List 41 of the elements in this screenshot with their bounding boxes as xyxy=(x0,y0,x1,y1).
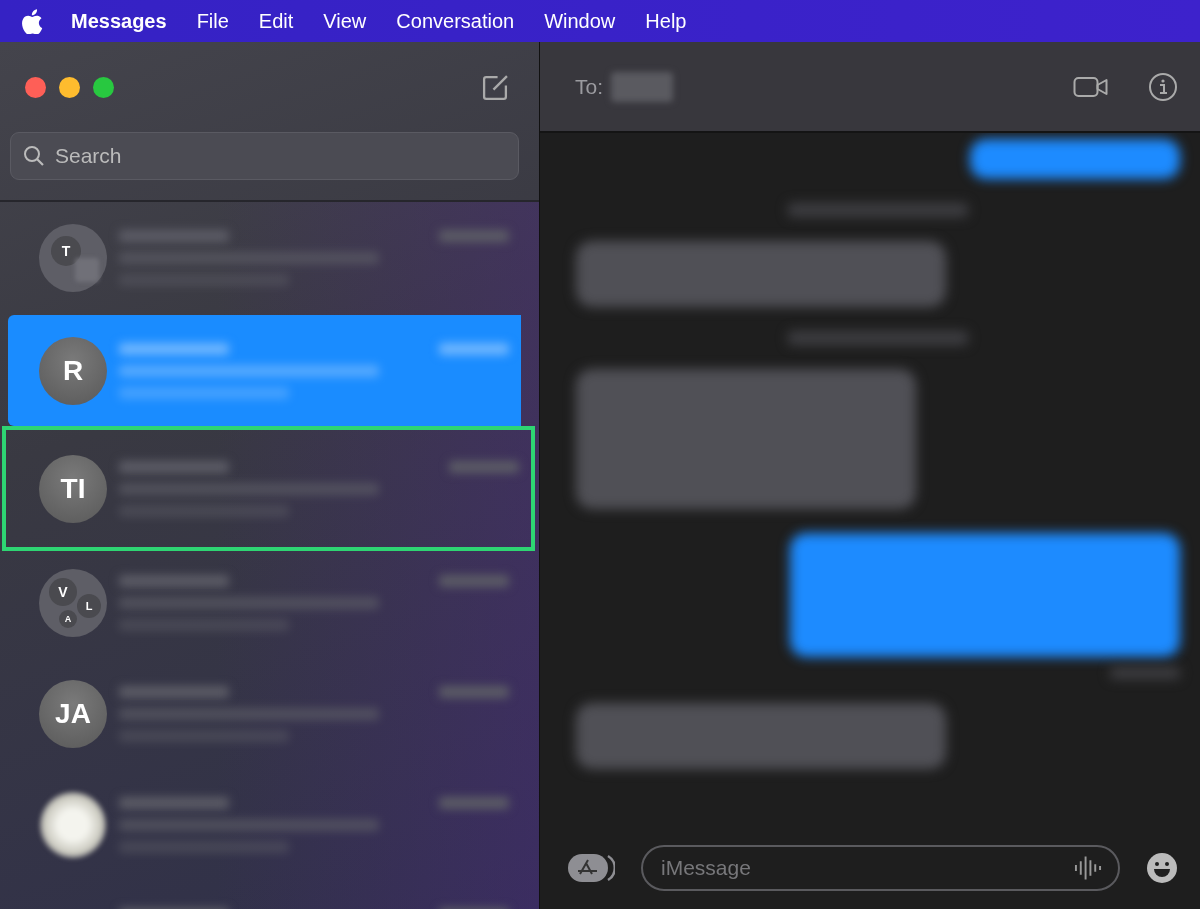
chat-list-row[interactable]: R xyxy=(8,315,521,426)
avatar-initial: L xyxy=(77,593,101,618)
avatar-initial: V xyxy=(49,577,77,606)
compose-icon[interactable] xyxy=(481,73,509,101)
blurred-recipient xyxy=(611,71,673,102)
blurred-time xyxy=(439,796,509,809)
chat-list-row[interactable]: TI xyxy=(6,430,531,547)
menu-item[interactable]: Messages xyxy=(71,9,167,33)
menu-item[interactable]: Conversation xyxy=(396,9,515,33)
emoji-icon[interactable] xyxy=(1146,852,1178,884)
blurred-time xyxy=(449,460,519,473)
menu-item[interactable]: View xyxy=(323,9,367,33)
chat-list-row[interactable]: JA xyxy=(8,658,521,769)
apple-logo-icon[interactable] xyxy=(21,8,43,34)
blurred-time xyxy=(439,574,509,587)
close-button[interactable] xyxy=(25,76,46,98)
avatar-initial: A xyxy=(59,609,77,628)
photo-placeholder xyxy=(39,790,107,859)
chat-list-row[interactable]: V L A xyxy=(8,547,521,658)
avatar: TI xyxy=(39,454,107,523)
minimize-button[interactable] xyxy=(59,76,80,98)
photo-placeholder xyxy=(75,257,99,282)
chat-list-row[interactable]: T xyxy=(8,202,521,313)
blurred-time xyxy=(439,229,509,242)
avatar: JA xyxy=(39,679,107,748)
menu-item[interactable]: File xyxy=(196,9,229,33)
waveform-icon[interactable] xyxy=(1074,854,1102,882)
avatar: R xyxy=(39,336,107,405)
message-field[interactable]: iMessage xyxy=(641,845,1120,891)
video-camera-icon[interactable] xyxy=(1073,74,1108,99)
app-store-icon[interactable] xyxy=(567,853,615,883)
avatar-initial: T xyxy=(51,235,81,266)
search-field[interactable]: Search xyxy=(10,132,519,180)
menu-item[interactable]: Help xyxy=(645,9,687,33)
to-label: To: xyxy=(575,74,603,99)
info-icon[interactable] xyxy=(1148,71,1178,102)
menu-item[interactable]: Window xyxy=(544,9,616,33)
menu-item[interactable]: Edit xyxy=(258,9,294,33)
zoom-button[interactable] xyxy=(93,76,114,98)
blurred-time xyxy=(439,685,509,698)
blurred-time xyxy=(439,342,509,355)
